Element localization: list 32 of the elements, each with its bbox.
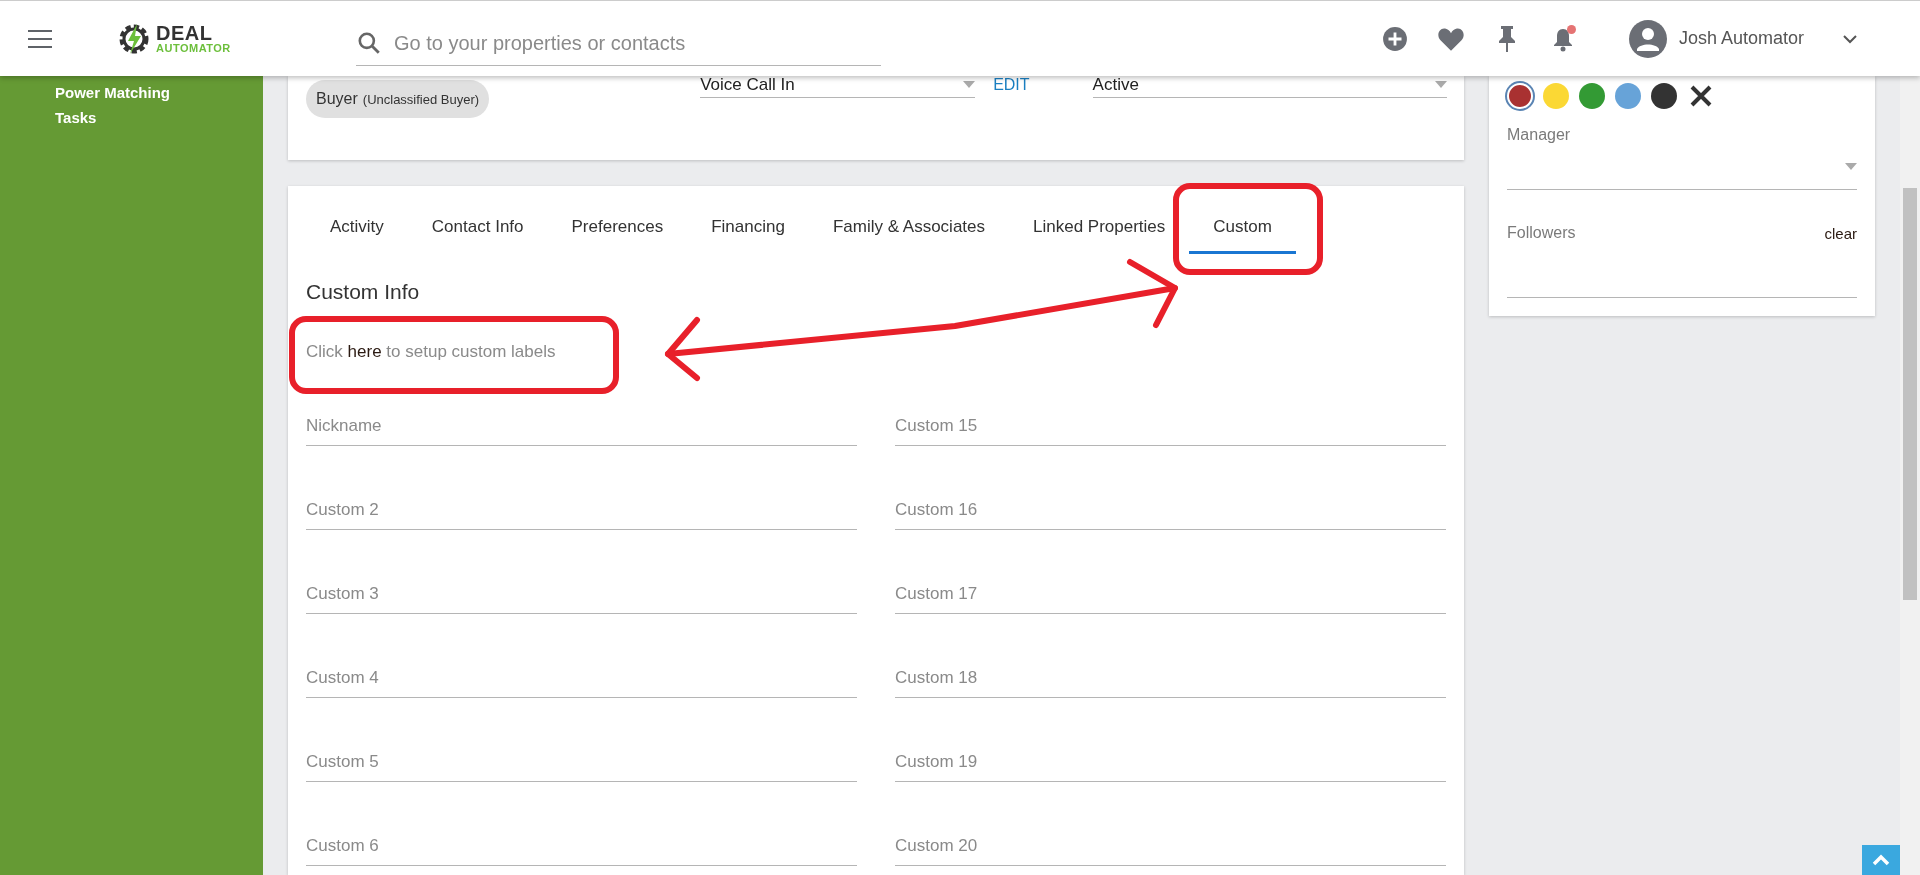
color-swatch[interactable] bbox=[1615, 83, 1641, 109]
logo-text: AUTOMATOR bbox=[156, 43, 231, 54]
clear-button[interactable]: clear bbox=[1824, 224, 1857, 242]
tab[interactable]: Activity bbox=[306, 217, 408, 254]
color-swatch[interactable] bbox=[1651, 83, 1677, 109]
tab[interactable]: Contact Info bbox=[407, 217, 548, 254]
chevron-up-icon bbox=[1872, 854, 1890, 866]
color-swatch[interactable] bbox=[1579, 83, 1605, 109]
section-title: Custom Info bbox=[306, 280, 421, 304]
scroll-top-button[interactable] bbox=[1862, 845, 1900, 875]
color-swatch[interactable] bbox=[1507, 83, 1533, 109]
color-swatch[interactable] bbox=[1543, 83, 1569, 109]
edit-link[interactable]: EDIT bbox=[993, 76, 1030, 94]
tab[interactable]: Family & Associates bbox=[808, 217, 1009, 254]
field-label: Followers bbox=[1507, 224, 1576, 242]
setup-hint: Click here to setup custom labels bbox=[306, 342, 557, 362]
setup-link[interactable]: here bbox=[347, 342, 382, 361]
user-menu[interactable]: Josh Automator bbox=[1628, 19, 1860, 58]
source-select[interactable]: Voice Call In bbox=[700, 72, 976, 98]
tab[interactable]: Preferences bbox=[547, 217, 688, 254]
scrollbar-thumb[interactable] bbox=[1903, 188, 1917, 600]
status-select[interactable]: Active bbox=[1092, 72, 1447, 98]
add-button[interactable] bbox=[1380, 24, 1409, 53]
avatar-icon bbox=[1628, 19, 1667, 58]
contact-type-chip[interactable]: Buyer (Unclassified Buyer) bbox=[306, 80, 490, 118]
field-label: Manager bbox=[1507, 126, 1571, 143]
tab[interactable]: Linked Properties bbox=[1009, 217, 1190, 254]
unread-dot bbox=[1566, 24, 1576, 34]
tab[interactable]: Financing bbox=[687, 217, 809, 254]
tab[interactable]: Custom bbox=[1189, 217, 1296, 254]
search-icon[interactable] bbox=[356, 30, 382, 56]
logo-text: DEAL bbox=[156, 23, 214, 43]
